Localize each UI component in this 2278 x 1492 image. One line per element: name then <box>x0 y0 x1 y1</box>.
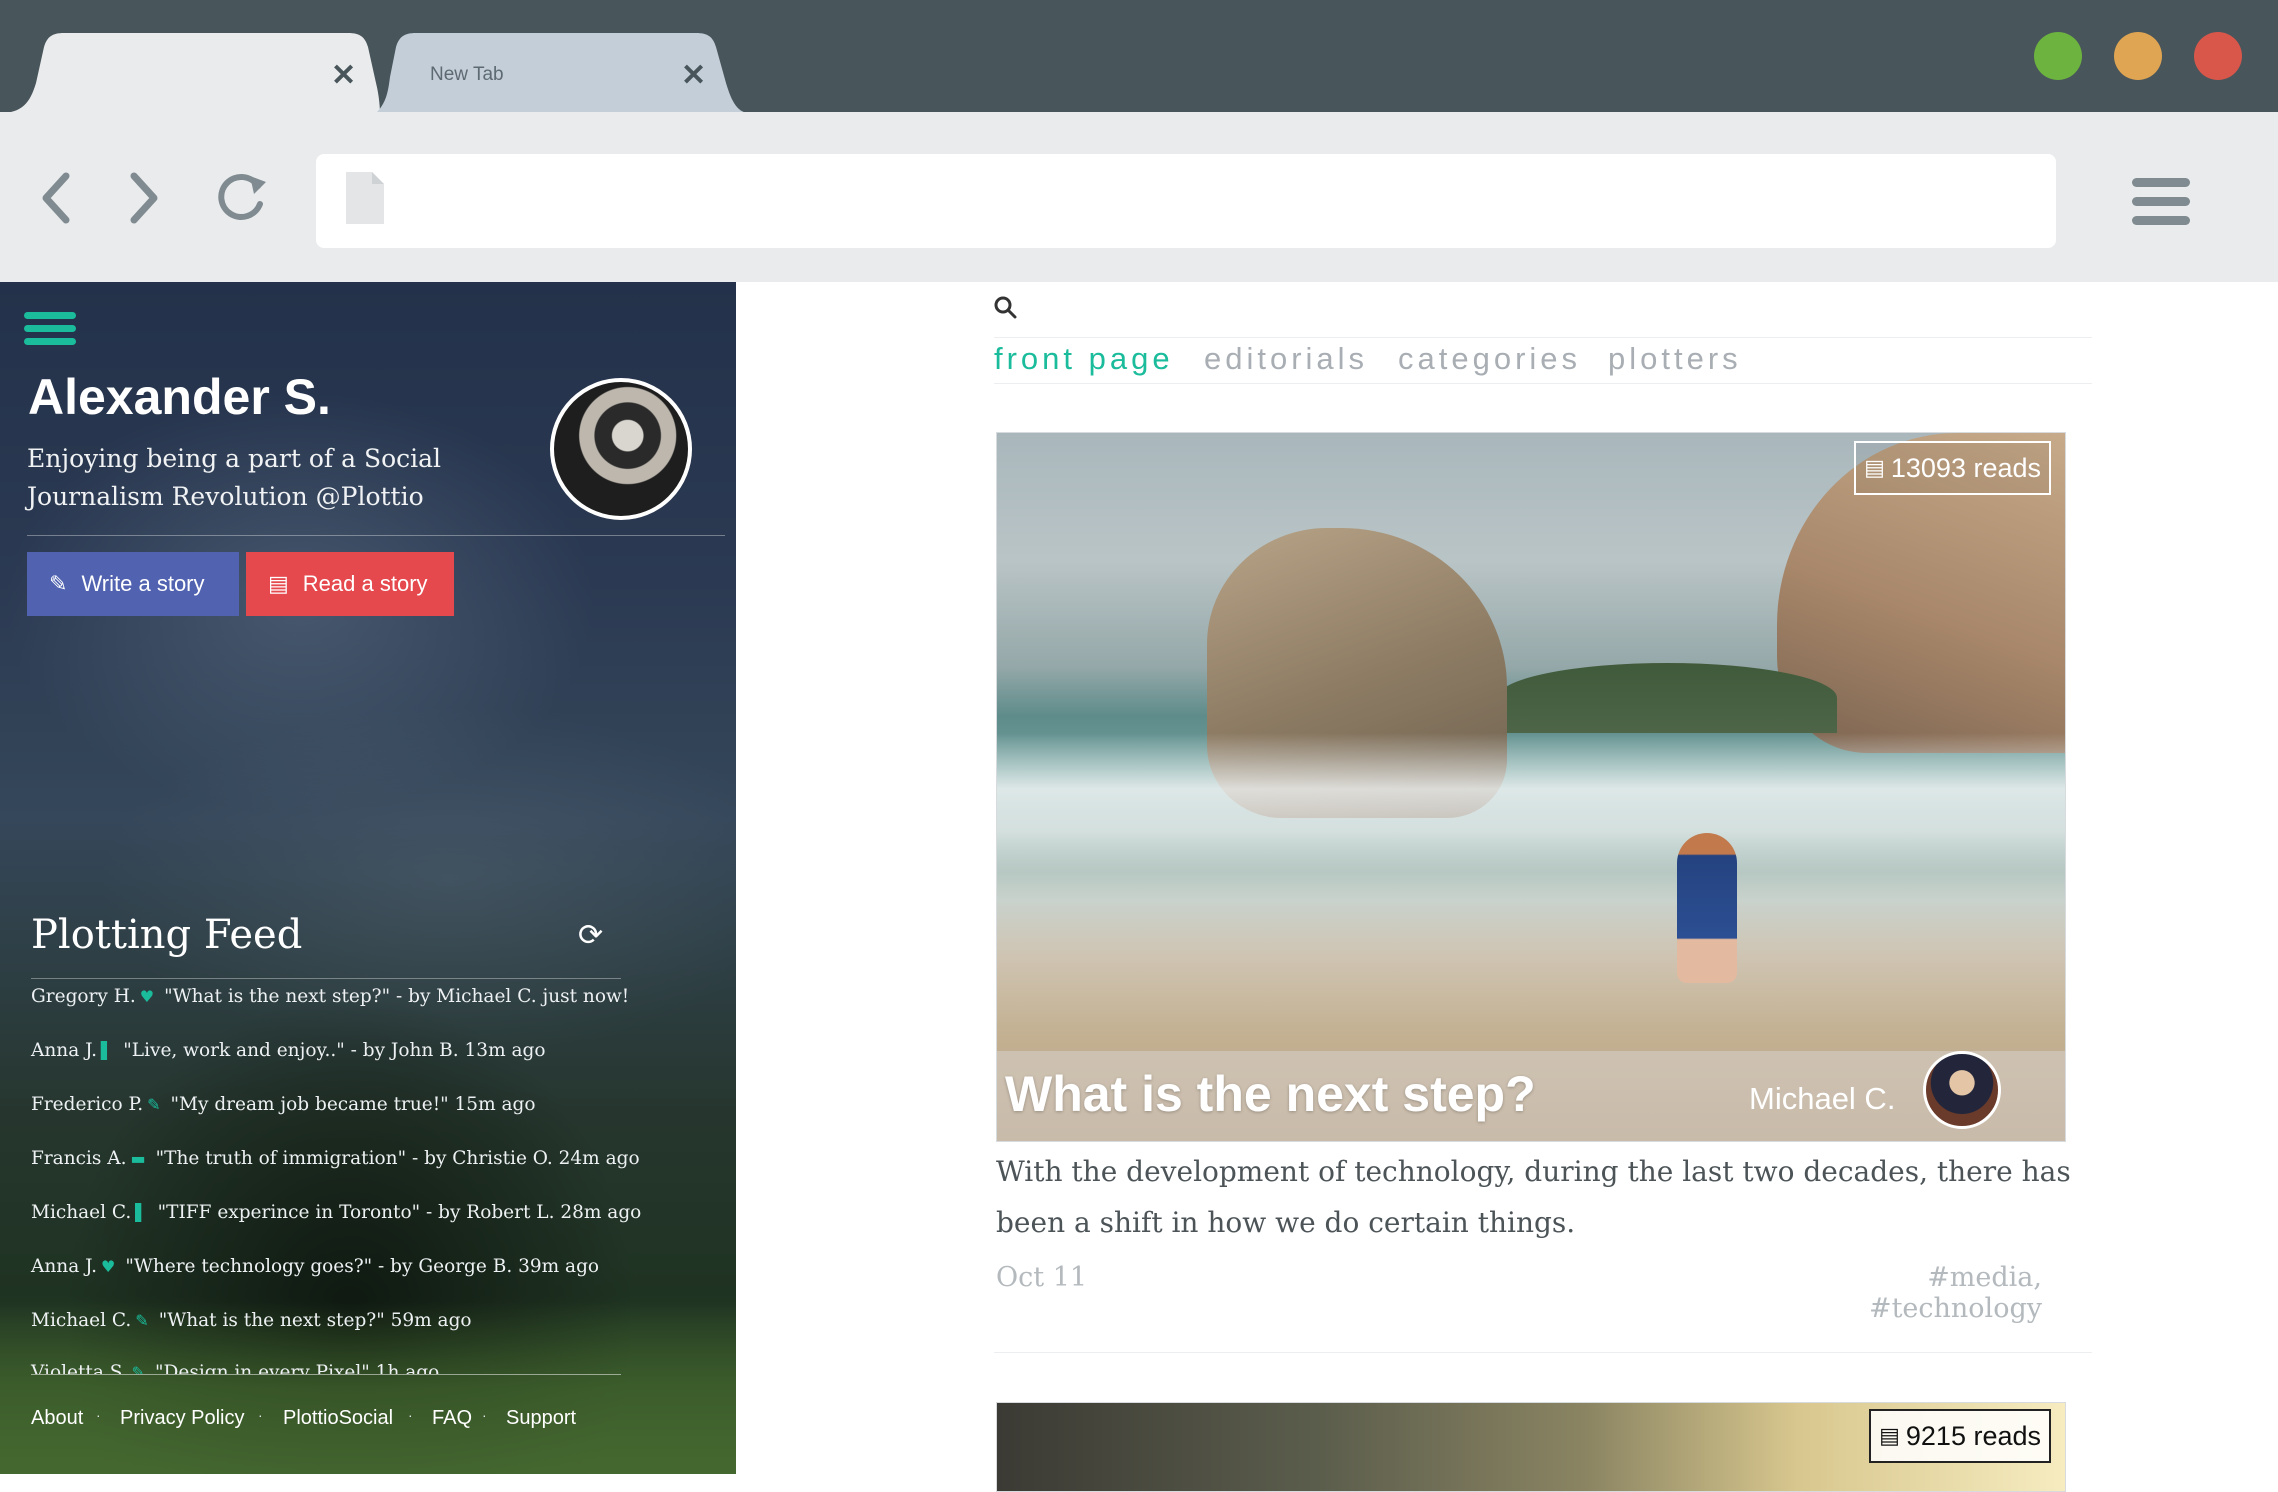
minimize-button[interactable] <box>2114 32 2162 80</box>
feed-item[interactable]: Anna J. ♥ "Where technology goes?" - by Ge… <box>31 1256 599 1277</box>
document-icon: ▤ <box>1879 1423 1900 1448</box>
tab-close-icon[interactable]: ✕ <box>331 61 356 91</box>
profile-avatar[interactable] <box>550 378 692 520</box>
browser-tab-bar: ✕ New Tab ✕ <box>0 0 2278 113</box>
tab-active[interactable]: ✕ <box>0 33 380 113</box>
feed-user: Michael C. <box>31 1310 132 1331</box>
post-title[interactable]: What is the next step? <box>1005 1065 1536 1123</box>
address-bar[interactable] <box>316 154 2056 248</box>
bookmark-icon: ▌ <box>135 1203 148 1222</box>
feed-user: Michael C. <box>31 1202 132 1223</box>
feed-text: "TIFF experince in Toronto" - by Robert … <box>157 1202 642 1223</box>
post-hero-image[interactable]: ▤ 13093 reads What is the next step? Mic… <box>996 432 2066 1142</box>
document-icon: ▤ <box>268 571 289 596</box>
reads-count: 13093 reads <box>1890 452 2041 483</box>
post-hero-image[interactable]: ▤ 9215 reads <box>996 1402 2066 1492</box>
reads-count: 9215 reads <box>1905 1420 2041 1451</box>
feed-text: "What is the next step?" - by Michael C.… <box>164 986 630 1007</box>
read-story-label: Read a story <box>302 571 428 596</box>
hero-surf <box>997 733 2065 873</box>
footer-link-support[interactable]: Support <box>506 1407 576 1430</box>
footer-link-privacy[interactable]: Privacy Policy <box>120 1407 244 1430</box>
feed-item[interactable]: Gregory H. ♥ "What is the next step?" - by… <box>31 986 629 1007</box>
feed-user: Anna J. <box>31 1256 97 1277</box>
tab-new-tab[interactable]: New Tab ✕ <box>376 33 750 113</box>
profile-name: Alexander S. <box>28 369 331 425</box>
feed-item[interactable]: Frederico P. ✎ "My dream job became true!"… <box>31 1094 536 1115</box>
quill-icon: ✎ <box>147 1095 161 1114</box>
search-icon[interactable] <box>994 296 1018 320</box>
nav-categories[interactable]: categories <box>1398 341 1581 377</box>
write-story-button[interactable]: ✎ Write a story <box>27 552 239 616</box>
feed-text: "Live, work and enjoy.." - by John B. 13… <box>123 1040 546 1061</box>
feed-user: Frederico P. <box>31 1094 144 1115</box>
close-window-button[interactable] <box>2194 32 2242 80</box>
back-icon[interactable] <box>36 170 76 226</box>
refresh-icon[interactable]: ⟳ <box>578 918 603 953</box>
feed-item[interactable]: Anna J. ▌ "Live, work and enjoy.." - by Jo… <box>31 1040 546 1061</box>
nav-top-divider <box>994 337 2092 338</box>
feed-item[interactable]: Violetta S. ✎ "Design in every Pixel" 1h a… <box>31 1362 439 1374</box>
nav-plotters[interactable]: plotters <box>1608 341 1742 377</box>
write-story-label: Write a story <box>81 571 205 596</box>
feed-user: Francis A. <box>31 1148 127 1169</box>
footer-separator: · <box>408 1407 413 1423</box>
feed-item[interactable]: Michael C. ✎ "What is the next step?" 59m … <box>31 1310 472 1331</box>
quill-icon: ✎ <box>131 1363 146 1374</box>
quill-icon: ✎ <box>49 571 68 596</box>
feed-list: Gregory H. ♥ "What is the next step?" - by… <box>0 980 736 1374</box>
profile-bio: Enjoying being a part of a Social Journa… <box>27 444 442 511</box>
quill-icon: ✎ <box>135 1311 149 1330</box>
footer-separator: · <box>482 1407 487 1423</box>
feed-user: Violetta S. <box>31 1362 128 1374</box>
feed-user: Anna J. <box>31 1040 97 1061</box>
post-author[interactable]: Michael C. <box>1749 1081 1895 1117</box>
author-avatar[interactable] <box>1923 1051 2001 1129</box>
feed-divider <box>31 978 621 979</box>
nav-front-page[interactable]: front page <box>994 341 1174 377</box>
profile-divider <box>27 535 725 536</box>
footer-separator: · <box>96 1407 101 1423</box>
heart-icon: ♥ <box>139 987 155 1006</box>
tab-shape <box>0 33 380 113</box>
post-tags[interactable]: #media, #technology <box>1760 1262 2042 1324</box>
forward-icon[interactable] <box>124 170 164 226</box>
hamburger-menu-icon[interactable] <box>2130 176 2192 228</box>
feed-text: "The truth of immigration" - by Christie… <box>155 1148 640 1169</box>
post-divider <box>994 1352 2092 1353</box>
tab-close-icon[interactable]: ✕ <box>681 61 706 91</box>
read-story-button[interactable]: ▤ Read a story <box>246 552 454 616</box>
feed-title: Plotting Feed <box>31 912 303 958</box>
heart-icon: ♥ <box>100 1257 116 1276</box>
footer-link-about[interactable]: About <box>31 1407 83 1430</box>
hero-headland <box>1497 663 1837 733</box>
tab-title: New Tab <box>430 64 504 85</box>
nav-editorials[interactable]: editorials <box>1204 341 1368 377</box>
footer-divider <box>31 1374 621 1375</box>
document-icon <box>346 172 384 224</box>
feed-text: "My dream job became true!" 15m ago <box>170 1094 536 1115</box>
reload-icon[interactable] <box>214 168 270 224</box>
footer-link-plottiosocial[interactable]: PlottioSocial <box>283 1407 393 1430</box>
reads-badge: ▤ 13093 reads <box>1854 441 2051 495</box>
footer-link-faq[interactable]: FAQ <box>432 1407 472 1430</box>
feed-text: "Design in every Pixel" 1h ago <box>155 1362 440 1374</box>
feed-text: "Where technology goes?" - by George B. … <box>125 1256 600 1277</box>
document-icon: ▤ <box>1864 455 1885 480</box>
footer-separator: · <box>258 1407 263 1423</box>
feed-text: "What is the next step?" 59m ago <box>158 1310 472 1331</box>
post-date: Oct 11 <box>996 1262 1088 1293</box>
comment-icon: ▬ <box>130 1149 146 1168</box>
reads-badge: ▤ 9215 reads <box>1869 1409 2051 1463</box>
nav-bottom-divider <box>994 383 2092 384</box>
maximize-button[interactable] <box>2034 32 2082 80</box>
feed-item[interactable]: Francis A. ▬ "The truth of immigration" - … <box>31 1148 640 1169</box>
feed-item[interactable]: Michael C. ▌ "TIFF experince in Toronto" -… <box>31 1202 641 1223</box>
feed-user: Gregory H. <box>31 986 136 1007</box>
post-excerpt: With the development of technology, duri… <box>996 1155 2071 1239</box>
hero-figure <box>1677 833 1737 983</box>
bookmark-icon: ▌ <box>100 1041 114 1060</box>
